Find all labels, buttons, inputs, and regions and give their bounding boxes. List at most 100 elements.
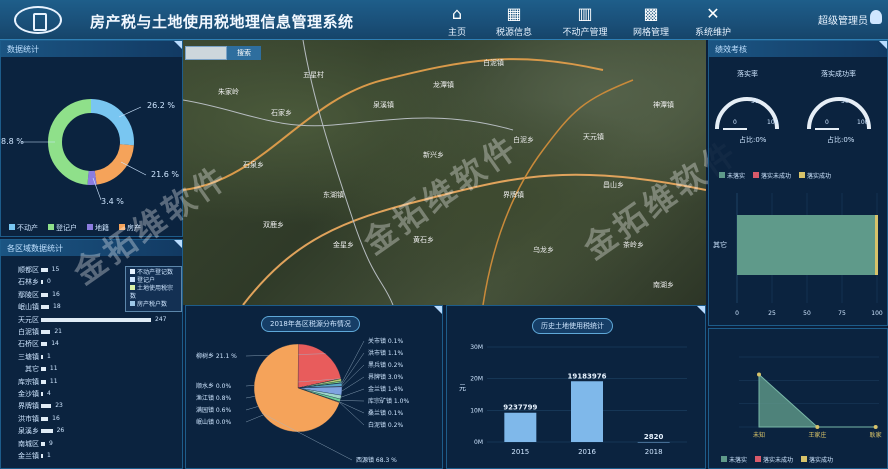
legend-item[interactable]: 落实成功 <box>799 171 831 180</box>
region-row[interactable]: 三塘镇 1 <box>1 351 181 363</box>
legend-label: 未落实 <box>727 173 746 180</box>
gauge2-mid: 50 <box>841 98 849 105</box>
legend-item[interactable]: 未落实 <box>721 455 747 464</box>
history-bar-chart: 0M 10M 20M 30M 元 9237799 2015 19183976 2016 2820 2… <box>459 344 687 456</box>
legend-item[interactable]: 未落实 <box>719 171 745 180</box>
map-place-label[interactable]: 石家乡 <box>271 108 292 118</box>
region-bar[interactable] <box>41 268 48 272</box>
region-bar[interactable] <box>41 292 49 297</box>
region-name: 洪市镇 <box>18 414 39 423</box>
region-value: 11 <box>49 377 58 385</box>
corner-mark <box>879 41 887 49</box>
region-bar[interactable] <box>41 392 43 396</box>
map-place-label[interactable]: 龙潭镇 <box>433 80 454 90</box>
legend-item[interactable]: 落实成功 <box>801 455 833 464</box>
map-place-label[interactable]: 昌山乡 <box>603 180 624 190</box>
perf-bar[interactable] <box>737 215 877 275</box>
nav-system[interactable]: ✕ 系统维护 <box>678 0 748 40</box>
bar[interactable] <box>571 381 603 442</box>
x-tick: 2016 <box>578 448 596 456</box>
legend-item[interactable]: 登记户 <box>48 223 77 233</box>
map-place-label[interactable]: 东湖镇 <box>323 190 344 200</box>
region-row[interactable]: 库宗镇 11 <box>1 376 181 388</box>
region-row[interactable]: 泉溪乡 26 <box>1 425 181 437</box>
map-place-label[interactable]: 泉溪镇 <box>373 100 394 110</box>
map-place-label[interactable]: 金星乡 <box>333 240 354 250</box>
region-bar[interactable] <box>41 454 43 458</box>
region-row[interactable]: 金沙镇 4 <box>1 388 181 400</box>
region-bar[interactable] <box>41 404 52 409</box>
pie-label: 顺水乡 0.0% <box>196 382 231 390</box>
nav-property[interactable]: ▥ 不动产管理 <box>550 0 620 40</box>
legend-item[interactable]: 落实未成功 <box>753 171 791 180</box>
region-name: 天元区 <box>18 315 39 324</box>
app-title: 房产税与土地使用税地理信息管理系统 <box>90 13 354 31</box>
map-place-label[interactable]: 白泥镇 <box>483 58 504 68</box>
legend-item[interactable]: 不动产 <box>9 223 38 233</box>
legend-label: 落实未成功 <box>763 457 794 464</box>
region-bar[interactable] <box>41 354 43 359</box>
region-row[interactable]: 金兰镇 1 <box>1 450 181 462</box>
bar[interactable] <box>637 441 670 443</box>
region-row[interactable]: 其它 11 <box>1 363 181 375</box>
y-axis-label: 元 <box>459 384 466 392</box>
legend-item[interactable]: 落实未成功 <box>755 455 793 464</box>
region-bar[interactable] <box>41 342 48 347</box>
map-place-label[interactable]: 南湖乡 <box>653 280 674 290</box>
map-place-label[interactable]: 神潭镇 <box>653 100 674 110</box>
map-place-label[interactable]: 五星村 <box>303 70 324 80</box>
map-place-label[interactable]: 新兴乡 <box>423 150 444 160</box>
region-value: 1 <box>47 452 51 459</box>
pie-label: 金兰镇 1.4% <box>368 385 403 393</box>
panel-title: 绩效考核 <box>709 41 887 57</box>
region-bar[interactable] <box>41 367 46 372</box>
map-icon: ▩ <box>643 4 659 23</box>
region-bar[interactable] <box>41 441 45 446</box>
nav-grid[interactable]: ▩ 网格管理 <box>616 0 686 40</box>
region-bar[interactable] <box>41 330 51 334</box>
region-row[interactable]: 南城区 9 <box>1 438 181 450</box>
user-name[interactable]: 超级管理员 <box>818 12 868 27</box>
gauge1-max: 100 <box>767 119 779 126</box>
region-row[interactable]: 界牌镇 23 <box>1 400 181 412</box>
map-place-label[interactable]: 双鹿乡 <box>263 220 284 230</box>
region-row[interactable]: 天元区 247 <box>1 314 181 326</box>
region-bar[interactable] <box>41 416 49 421</box>
region-bar[interactable] <box>41 280 43 285</box>
bar[interactable] <box>504 412 537 442</box>
pie-leader <box>340 388 365 398</box>
nav-tax-source[interactable]: ▦ 税源信息 <box>479 0 549 40</box>
region-row[interactable]: 石桥区 14 <box>1 338 181 350</box>
area-point[interactable] <box>757 372 761 377</box>
region-bar[interactable] <box>41 317 151 322</box>
history-bar-panel: 历史土地使用税统计 0M 10M 20M 30M 元 9237799 2015 1918397… <box>446 305 706 469</box>
region-value: 26 <box>56 427 65 435</box>
region-value: 14 <box>51 340 59 348</box>
road-line <box>183 99 514 131</box>
map-place-label[interactable]: 朱家岭 <box>218 87 239 97</box>
region-bar[interactable] <box>41 305 50 310</box>
map-search-button[interactable]: 搜索 <box>227 46 261 60</box>
map-place-label[interactable]: 石泉乡 <box>243 160 264 170</box>
x-tick: 2018 <box>645 448 663 456</box>
donut-label-d: 3.4 % <box>101 197 124 206</box>
app-logo <box>14 6 62 34</box>
legend-label: 登记户 <box>56 224 77 232</box>
bar-chart-icon: ▥ <box>577 4 593 23</box>
region-value: 15 <box>51 266 60 273</box>
map-search-input[interactable] <box>185 46 227 60</box>
gauge2-min: 0 <box>825 119 829 126</box>
area-series[interactable] <box>758 373 876 428</box>
map-place-label[interactable]: 白泥乡 <box>513 135 534 145</box>
area-point[interactable] <box>873 425 878 429</box>
map-place-label[interactable]: 乌龙乡 <box>533 245 554 255</box>
map-place-label[interactable]: 界牌镇 <box>503 190 524 200</box>
region-row[interactable]: 白泥镇 21 <box>1 326 181 338</box>
region-row[interactable]: 洪市镇 16 <box>1 413 181 425</box>
area-point[interactable] <box>815 425 820 429</box>
region-bar[interactable] <box>41 429 53 434</box>
region-bar[interactable] <box>41 379 46 384</box>
user-icon[interactable] <box>870 10 882 24</box>
region-row[interactable]: 岷山镇 18 <box>1 301 181 313</box>
map-place-label[interactable]: 天元镇 <box>583 132 604 142</box>
